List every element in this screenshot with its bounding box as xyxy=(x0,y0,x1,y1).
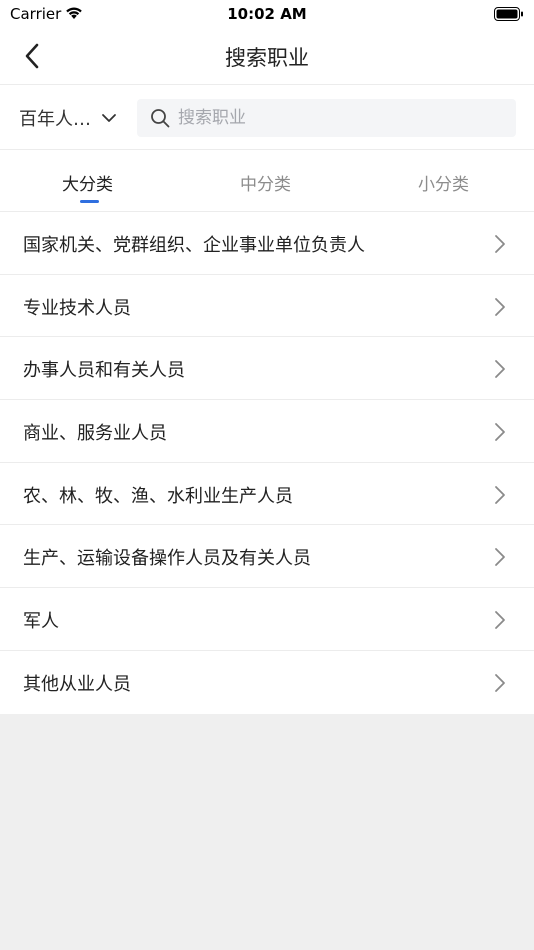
region-selector[interactable]: 百年人… xyxy=(19,103,117,133)
chevron-right-icon xyxy=(495,297,505,316)
list-item-label: 军人 xyxy=(23,611,59,633)
search-icon xyxy=(151,109,170,128)
chevron-right-icon xyxy=(495,235,505,253)
list-item[interactable]: 其他从业人员 xyxy=(0,651,534,714)
list-item-label: 其他从业人员 xyxy=(23,673,131,695)
list-item[interactable]: 办事人员和有关人员 xyxy=(0,337,534,401)
chevron-right-icon xyxy=(495,485,505,504)
tab-minor-category[interactable]: 小分类 xyxy=(418,170,469,195)
list-item[interactable]: 国家机关、党群组织、企业事业单位负责人 xyxy=(0,212,534,275)
category-tabs: 大分类 中分类 小分类 xyxy=(0,151,534,212)
list-item[interactable]: 商业、服务业人员 xyxy=(0,400,534,463)
clock: 10:02 AM xyxy=(227,5,307,23)
search-input[interactable] xyxy=(178,108,498,128)
chevron-right-icon xyxy=(495,611,505,630)
chevron-right-icon xyxy=(495,423,505,441)
list-item-label: 生产、运输设备操作人员及有关人员 xyxy=(23,548,311,570)
chevron-right-icon xyxy=(495,548,505,567)
search-box[interactable] xyxy=(137,99,516,137)
list-item[interactable]: 军人 xyxy=(0,588,534,651)
status-bar: Carrier 10:02 AM xyxy=(0,0,534,28)
chevron-down-icon xyxy=(102,114,116,122)
list-item-label: 办事人员和有关人员 xyxy=(23,360,185,382)
list-item[interactable]: 专业技术人员 xyxy=(0,275,534,338)
chevron-right-icon xyxy=(495,360,505,379)
category-list: 国家机关、党群组织、企业事业单位负责人 专业技术人员 办事人员和有关人员 商业、… xyxy=(0,212,534,714)
active-tab-indicator xyxy=(80,200,99,203)
list-item-label: 农、林、牧、渔、水利业生产人员 xyxy=(23,485,293,507)
list-item-label: 商业、服务业人员 xyxy=(23,423,167,445)
list-item[interactable]: 农、林、牧、渔、水利业生产人员 xyxy=(0,463,534,526)
battery-icon xyxy=(494,7,523,21)
list-item[interactable]: 生产、运输设备操作人员及有关人员 xyxy=(0,525,534,589)
search-row: 百年人… xyxy=(0,86,534,150)
page-title: 搜索职业 xyxy=(225,46,309,70)
list-item-label: 国家机关、党群组织、企业事业单位负责人 xyxy=(23,235,365,256)
region-selector-label: 百年人… xyxy=(19,109,91,130)
navigation-bar: 搜索职业 xyxy=(0,28,534,85)
chevron-right-icon xyxy=(495,673,505,692)
tab-middle-category[interactable]: 中分类 xyxy=(240,170,291,195)
tab-major-category[interactable]: 大分类 xyxy=(62,170,113,195)
list-item-label: 专业技术人员 xyxy=(23,297,131,319)
